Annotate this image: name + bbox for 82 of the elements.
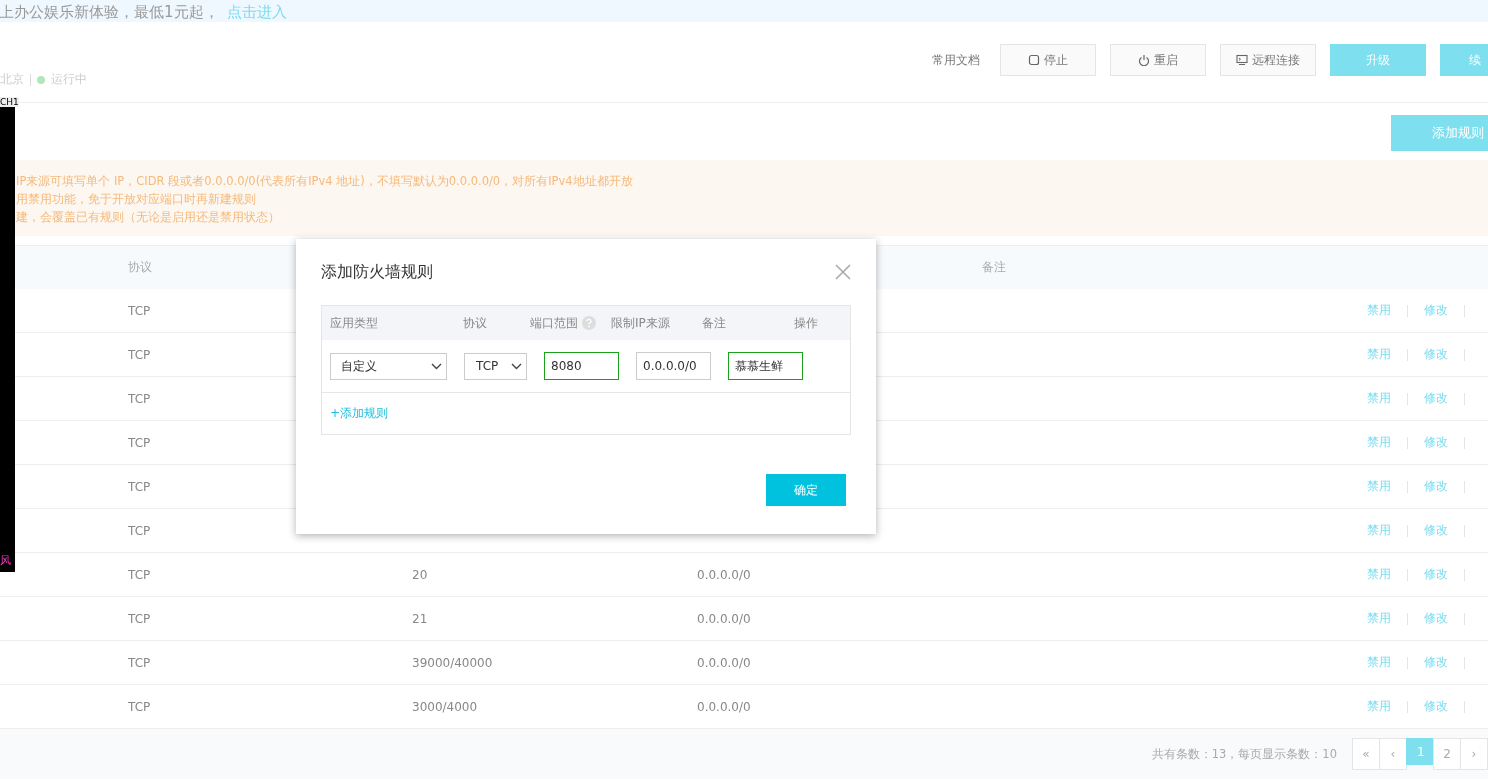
app-type-select[interactable]: 自定义 bbox=[330, 352, 447, 380]
action-link[interactable]: 禁用 bbox=[1367, 434, 1391, 451]
action-link[interactable]: 修改 bbox=[1424, 302, 1448, 319]
action-link[interactable]: 修改 bbox=[1424, 522, 1448, 539]
source-field[interactable]: 0.0.0.0/0 bbox=[636, 352, 711, 380]
strip-label: CH1 bbox=[0, 97, 19, 107]
table-cell: 0.0.0.0/0 bbox=[697, 699, 751, 714]
table-cell: 0.0.0.0/0 bbox=[697, 567, 751, 582]
add-rule-link[interactable]: +添加规则 bbox=[330, 405, 389, 422]
action-link[interactable]: 修改 bbox=[1424, 346, 1448, 363]
close-button[interactable] bbox=[835, 264, 851, 280]
notice-text: 建，会覆盖已有规则（无论是启用还是禁用状态） bbox=[16, 209, 281, 226]
column-header: 操作 bbox=[794, 314, 818, 332]
table-cell: 39000/40000 bbox=[412, 655, 493, 670]
add-rule-button[interactable]: 添加规则 bbox=[1391, 115, 1488, 151]
caret-icon bbox=[431, 362, 442, 370]
table-cell: TCP bbox=[128, 347, 151, 362]
action-link[interactable]: 禁用 bbox=[1367, 566, 1391, 583]
table-cell: TCP bbox=[128, 303, 151, 318]
table-cell: 3000/4000 bbox=[412, 699, 478, 714]
close-icon bbox=[835, 264, 851, 280]
column-header: 端口范围 bbox=[530, 314, 578, 332]
column-header: 限制IP来源 bbox=[611, 314, 671, 332]
page-button[interactable]: › bbox=[1460, 738, 1488, 770]
action-link[interactable]: 修改 bbox=[1424, 434, 1448, 451]
action-link[interactable]: 禁用 bbox=[1367, 478, 1391, 495]
docs-link[interactable]: 常用文档 bbox=[932, 51, 980, 69]
notice-text: IP来源可填写单个 IP，CIDR 段或者0.0.0.0/0(代表所有IPv4 地址)，不填写默认为0.0.0.0/0，对所有IPv4地址都开放 bbox=[16, 173, 634, 190]
table-cell: TCP bbox=[128, 479, 151, 494]
pagination-summary: 共有条数：13，每页显示条数：10 bbox=[1151, 746, 1337, 762]
toolbar-button[interactable]: 远程连接 bbox=[1220, 44, 1316, 76]
caret-icon bbox=[511, 362, 522, 370]
monitor-icon bbox=[1236, 54, 1248, 66]
column-header: 备注 bbox=[982, 259, 1006, 276]
action-link[interactable]: 禁用 bbox=[1367, 610, 1391, 627]
notice-text: 用禁用功能，免于开放对应端口时再新建规则 bbox=[16, 191, 257, 208]
action-link[interactable]: 禁用 bbox=[1367, 522, 1391, 539]
protocol-select[interactable]: TCP bbox=[464, 352, 527, 380]
table-cell: 0.0.0.0/0 bbox=[697, 655, 751, 670]
toolbar-button[interactable]: 升级 bbox=[1330, 44, 1426, 76]
table-cell: 0.0.0.0/0 bbox=[697, 611, 751, 626]
action-link[interactable]: 修改 bbox=[1424, 566, 1448, 583]
note-field[interactable]: 慕慕生鲜 bbox=[728, 352, 803, 380]
page-button[interactable]: 2 bbox=[1433, 738, 1461, 770]
page-button[interactable]: 1 bbox=[1406, 738, 1434, 765]
table-cell: TCP bbox=[128, 391, 151, 406]
action-link[interactable]: 禁用 bbox=[1367, 654, 1391, 671]
action-link[interactable]: 修改 bbox=[1424, 610, 1448, 627]
dialog-title: 添加防火墙规则 bbox=[321, 261, 433, 283]
table-cell: TCP bbox=[128, 523, 151, 538]
stop-icon bbox=[1028, 54, 1040, 66]
help-icon bbox=[582, 316, 596, 330]
action-link[interactable]: 修改 bbox=[1424, 654, 1448, 671]
column-header: 协议 bbox=[463, 314, 488, 332]
table-cell: TCP bbox=[128, 567, 151, 582]
toolbar-button[interactable]: 停止 bbox=[1000, 44, 1096, 76]
action-link[interactable]: 禁用 bbox=[1367, 390, 1391, 407]
column-header: 协议 bbox=[128, 260, 152, 274]
page-button[interactable]: ‹ bbox=[1379, 738, 1407, 770]
confirm-button[interactable]: 确定 bbox=[766, 474, 846, 506]
action-link[interactable]: 禁用 bbox=[1367, 346, 1391, 363]
table-cell: TCP bbox=[128, 655, 151, 670]
column-header: 备注 bbox=[702, 314, 727, 332]
port-field[interactable]: 8080 bbox=[544, 352, 619, 380]
banner-text: 上办公娱乐新体验，最低1元起， bbox=[0, 2, 219, 22]
action-link[interactable]: 修改 bbox=[1424, 390, 1448, 407]
action-link[interactable]: 修改 bbox=[1424, 698, 1448, 715]
enter-link[interactable]: 点击进入 bbox=[226, 2, 287, 22]
table-cell: TCP bbox=[128, 611, 151, 626]
power-icon bbox=[1138, 54, 1150, 66]
table-cell: TCP bbox=[128, 699, 151, 714]
action-link[interactable]: 禁用 bbox=[1367, 698, 1391, 715]
toolbar-button[interactable]: 重启 bbox=[1110, 44, 1206, 76]
column-header: 应用类型 bbox=[330, 314, 379, 332]
table-cell: 21 bbox=[412, 611, 428, 626]
strip-label: 风 bbox=[0, 554, 12, 568]
toolbar-button[interactable]: 续 bbox=[1440, 44, 1488, 76]
action-link[interactable]: 禁用 bbox=[1367, 302, 1391, 319]
table-cell: TCP bbox=[128, 435, 151, 450]
table-cell: 20 bbox=[412, 567, 428, 582]
page-button[interactable]: « bbox=[1352, 738, 1380, 770]
action-link[interactable]: 修改 bbox=[1424, 478, 1448, 495]
